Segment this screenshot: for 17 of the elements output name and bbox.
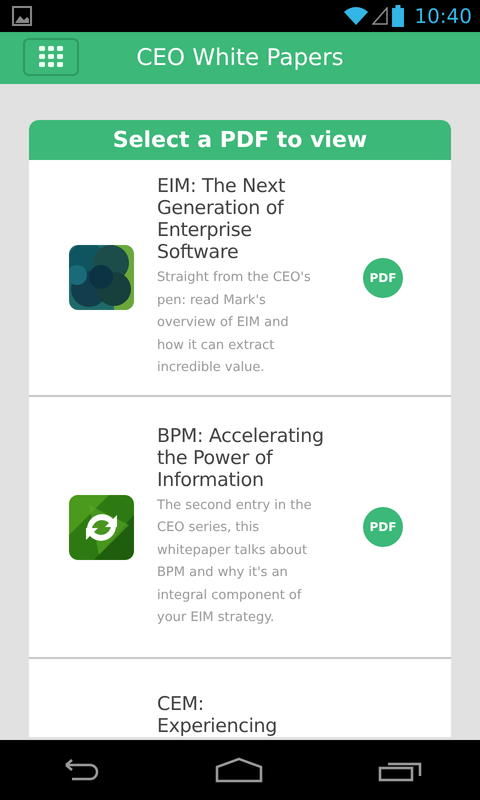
wifi-icon <box>344 7 368 25</box>
home-icon[interactable] <box>214 757 263 783</box>
paper-title: CEM: Experiencing <box>157 693 278 737</box>
paper-item[interactable]: EIM: The Next Generation of Enterprise Software Straight from the CEO's pen: read Mark's overview of EIM and how it can extract incredible value. PDF <box>29 160 451 397</box>
clock: 10:40 <box>414 4 472 28</box>
card-header: Select a PDF to view <box>29 120 451 160</box>
app-title: CEO White Papers <box>135 45 345 71</box>
paper-description: Straight from the CEO's pen: read Mark's overview of EIM and how it can extract incredible value. <box>157 269 312 378</box>
paper-description: The second entry in the CEO series, this whitepaper talks about BPM and why it's an integral component of your EIM strategy. <box>157 496 313 627</box>
paper-title: EIM: The Next Generation of Enterprise Software <box>157 175 286 264</box>
grid-icon <box>39 46 63 68</box>
battery-icon <box>392 5 404 27</box>
paper-title: BPM: Accelerating the Power of Information <box>157 424 325 490</box>
menu-button[interactable] <box>23 38 79 76</box>
signal-icon <box>372 7 388 25</box>
image-icon <box>12 6 32 26</box>
paper-item[interactable]: BPM: Accelerating the Power of Information The second entry in the CEO series, this whitepaper talks about BPM and why it's an integral component of your EIM strategy. PDF <box>29 397 451 659</box>
